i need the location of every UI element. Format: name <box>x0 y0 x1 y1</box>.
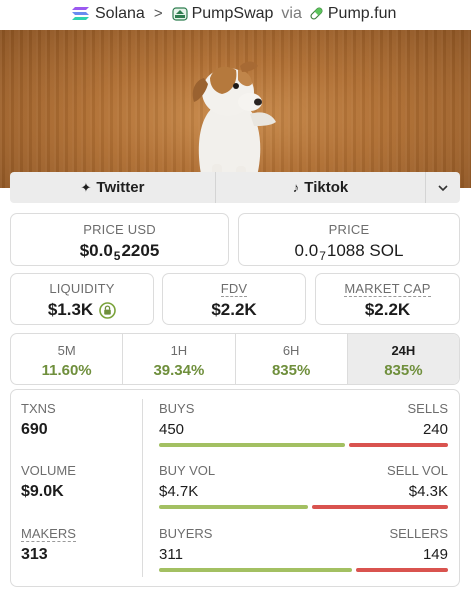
tiktok-icon: ♪ <box>292 180 300 195</box>
chain-name: Solana <box>95 4 145 22</box>
buy-vol-value: $4.7K <box>159 483 199 500</box>
pumpswap-icon <box>171 6 188 21</box>
price-native-prefix: 0.0 <box>294 241 319 260</box>
sells-bar <box>349 443 448 447</box>
price-native-value: 0.0 7 1088 SOL <box>239 241 459 263</box>
price-usd-card: PRICE USD $0.0 5 2205 <box>10 213 229 266</box>
liquidity-value: $1.3K <box>47 300 94 319</box>
price-native-zero-count: 7 <box>319 249 326 263</box>
buys-sells-stat: BUYS SELLS 450 240 <box>159 401 448 447</box>
price-native-label: PRICE <box>328 222 370 237</box>
tab-5m-label: 5M <box>57 343 76 358</box>
tab-1h-label: 1H <box>170 343 188 358</box>
buyers-sellers-stat: BUYERS SELLERS 311 149 <box>159 526 448 572</box>
txns-label: TXNS <box>21 401 56 416</box>
volume-row: VOLUME $9.0K BUY VOL SELL VOL $4.7K $4.3… <box>11 463 461 523</box>
price-usd-value: $0.0 5 2205 <box>11 241 228 263</box>
buys-bar <box>159 443 346 447</box>
txns-stat: TXNS 690 <box>21 401 56 439</box>
buys-value: 450 <box>159 421 185 438</box>
liquidity-label: LIQUIDITY <box>49 281 115 296</box>
social-links-bar: ✦ Twitter ♪ Tiktok <box>10 172 460 203</box>
solana-icon <box>72 7 89 20</box>
sellers-bar <box>356 568 448 572</box>
buys-label: BUYS <box>159 401 195 416</box>
market-cap-card: MARKET CAP $2.2K <box>315 273 460 325</box>
txns-row: TXNS 690 BUYS SELLS 450 240 <box>11 401 461 461</box>
sellers-value: 149 <box>422 546 448 563</box>
market-cap-label[interactable]: MARKET CAP <box>344 281 431 297</box>
sellers-label: SELLERS <box>389 526 448 541</box>
liquidity-card: LIQUIDITY $1.3K <box>10 273 154 325</box>
chevron-right-icon: > <box>153 5 163 22</box>
sell-vol-bar <box>311 505 448 509</box>
twitter-button[interactable]: ✦ Twitter <box>10 172 216 203</box>
dog-image <box>186 61 278 188</box>
dex-link[interactable]: PumpSwap <box>171 4 274 23</box>
market-cap-label-wrap: MARKET CAP <box>316 281 459 297</box>
makers-stat: MAKERS 313 <box>21 526 76 564</box>
tab-6h-label: 6H <box>282 343 300 358</box>
price-usd-label: PRICE USD <box>83 222 156 237</box>
twitter-icon: ✦ <box>80 179 92 195</box>
tab-6h[interactable]: 6H 835% <box>236 334 348 384</box>
via-text: via <box>281 4 302 22</box>
tab-24h[interactable]: 24H 835% <box>347 334 459 384</box>
market-cap-value: $2.2K <box>364 300 411 319</box>
makers-row: MAKERS 313 BUYERS SELLERS 311 149 <box>11 526 461 586</box>
dex-name: PumpSwap <box>191 4 274 22</box>
tab-1h[interactable]: 1H 39.34% <box>123 334 236 384</box>
tab-24h-change: 835% <box>384 362 423 379</box>
fdv-label[interactable]: FDV <box>220 281 248 297</box>
tab-6h-change: 835% <box>271 362 311 379</box>
fdv-value: $2.2K <box>211 300 257 319</box>
timeframe-tabs: 5M 11.60% 1H 39.34% 6H 835% 24H 835% <box>10 333 460 385</box>
buy-sell-volume-stat: BUY VOL SELL VOL $4.7K $4.3K <box>159 463 448 509</box>
price-native-digits: 1088 SOL <box>326 241 404 260</box>
sells-label: SELLS <box>407 401 448 416</box>
tiktok-button[interactable]: ♪ Tiktok <box>216 172 426 203</box>
launchpad-link[interactable]: Pump.fun <box>309 5 396 23</box>
volume-value: $9.0K <box>21 483 64 500</box>
txns-value: 690 <box>21 421 48 438</box>
buyers-bar <box>159 568 353 572</box>
breadcrumb: Solana > PumpSwap via Pump.fun <box>0 0 471 27</box>
pill-icon <box>310 7 323 20</box>
twitter-label: Twitter <box>96 179 145 196</box>
chain-link[interactable]: Solana <box>72 5 145 23</box>
tiktok-label: Tiktok <box>304 179 349 196</box>
transaction-stats-panel: TXNS 690 BUYS SELLS 450 240 VOLUME $9.0K <box>10 389 460 587</box>
makers-ratio-bar <box>159 568 448 572</box>
sell-vol-value: $4.3K <box>408 483 448 500</box>
volume-label: VOLUME <box>21 463 76 478</box>
fdv-label-wrap: FDV <box>163 281 305 297</box>
chevron-down-icon <box>438 184 448 191</box>
makers-label[interactable]: MAKERS <box>21 526 76 542</box>
price-usd-prefix: $0.0 <box>79 241 113 260</box>
buy-vol-bar <box>159 505 308 509</box>
price-native-card: PRICE 0.0 7 1088 SOL <box>238 213 460 266</box>
buys-sells-ratio-bar <box>159 443 448 447</box>
sell-vol-label: SELL VOL <box>387 463 448 478</box>
sells-value: 240 <box>422 421 448 438</box>
price-usd-zero-count: 5 <box>113 249 121 263</box>
volume-stat: VOLUME $9.0K <box>21 463 76 501</box>
makers-value: 313 <box>21 546 48 563</box>
tab-1h-change: 39.34% <box>153 362 205 379</box>
price-usd-digits: 2205 <box>121 241 160 260</box>
tab-24h-label: 24H <box>391 343 416 358</box>
buy-vol-label: BUY VOL <box>159 463 216 478</box>
liquidity-value-row: $1.3K <box>11 300 153 320</box>
buyers-label: BUYERS <box>159 526 213 541</box>
tab-5m[interactable]: 5M 11.60% <box>11 334 124 384</box>
volume-ratio-bar <box>159 505 448 509</box>
token-banner-image <box>0 30 471 188</box>
launchpad-name: Pump.fun <box>327 4 397 22</box>
fdv-card: FDV $2.2K <box>162 273 306 325</box>
lock-icon[interactable] <box>99 301 116 319</box>
more-links-button[interactable] <box>426 172 460 203</box>
buyers-value: 311 <box>159 546 183 563</box>
tab-5m-change: 11.60% <box>41 362 92 379</box>
